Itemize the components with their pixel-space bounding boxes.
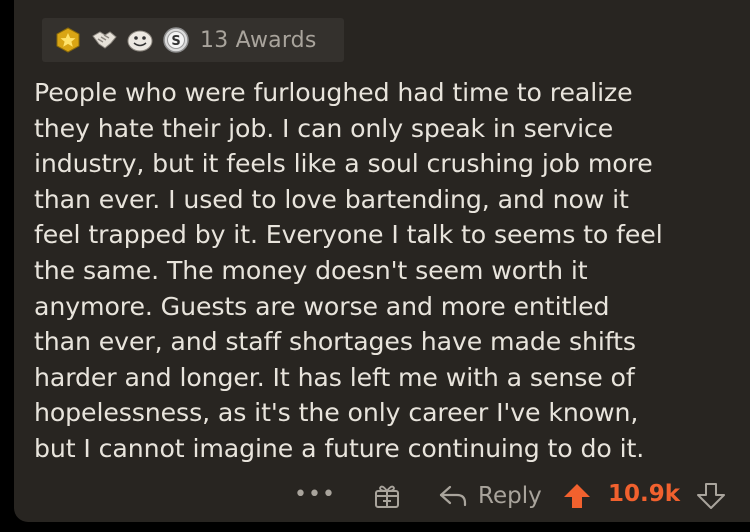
more-options-button[interactable]: •••	[294, 482, 336, 507]
comment-line: they hate their job. I can only speak in…	[34, 113, 614, 143]
vote-score: 10.9k	[608, 481, 681, 507]
reply-label: Reply	[478, 483, 542, 509]
comment-line: than ever. I used to love bartending, an…	[34, 184, 629, 214]
comment-body: People who were furloughed had time to r…	[34, 75, 734, 467]
comment-actions-bar: ••• Reply 10.9k	[14, 478, 750, 514]
comment-line: industry, but it feels like a soul crush…	[34, 149, 653, 179]
reply-button[interactable]: Reply	[438, 480, 542, 512]
comment-line: harder and longer. It has left me with a…	[34, 362, 635, 392]
comment-line: anymore. Guests are worse and more entit…	[34, 291, 610, 321]
svg-text:S: S	[171, 34, 180, 49]
comment-card: S 13 Awards People who were furloughed h…	[14, 0, 750, 522]
comment-line: but I cannot imagine a future continuing…	[34, 433, 645, 463]
downvote-button[interactable]	[696, 482, 726, 510]
gold-star-award-icon	[54, 26, 82, 54]
face-award-icon	[126, 26, 154, 54]
upvote-button[interactable]	[562, 482, 592, 510]
upvote-arrow-icon	[564, 484, 590, 508]
awards-count: 13 Awards	[200, 27, 317, 53]
comment-line: hopelessness, as it's the only career I'…	[34, 398, 639, 428]
comment-line: than ever, and staff shortages have made…	[34, 327, 636, 357]
gift-award-icon	[375, 485, 399, 508]
comment-line: People who were furloughed had time to r…	[34, 78, 633, 107]
comment-line: feel trapped by it. Everyone I talk to s…	[34, 220, 663, 250]
comment-line: the same. The money doesn't seem worth i…	[34, 255, 588, 285]
reply-arrow-icon	[439, 485, 467, 507]
silver-s-award-icon: S	[162, 26, 190, 54]
handshake-award-icon	[90, 26, 118, 54]
downvote-arrow-icon	[697, 483, 725, 509]
give-award-button[interactable]	[372, 481, 402, 511]
awards-bar[interactable]: S 13 Awards	[42, 18, 344, 62]
